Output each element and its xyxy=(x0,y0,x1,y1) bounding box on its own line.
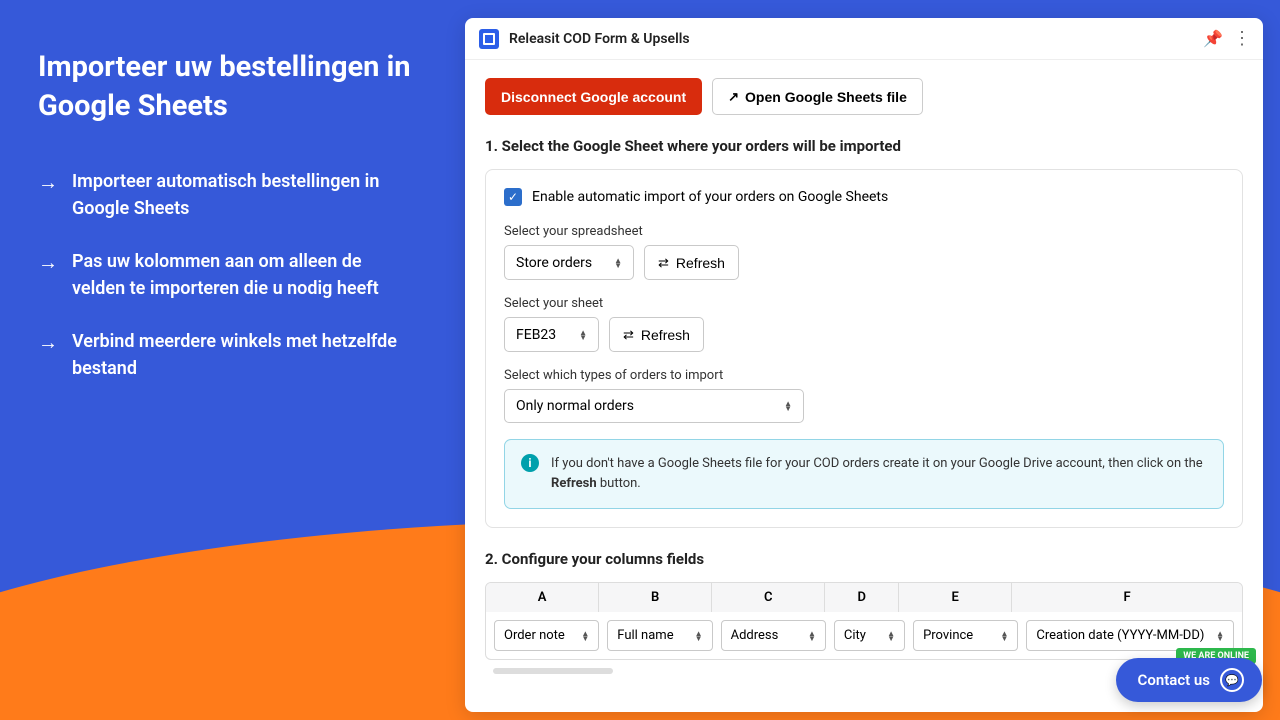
enable-checkbox[interactable]: ✓ xyxy=(504,188,522,206)
columns-table: A B C D E F Order note▲▼ Full name▲▼ Add… xyxy=(485,582,1243,660)
disconnect-button[interactable]: Disconnect Google account xyxy=(485,78,702,115)
feature-item: → Importeer automatisch bestellingen in … xyxy=(38,168,418,222)
refresh-label: Refresh xyxy=(641,327,690,343)
feature-text: Importeer automatisch bestellingen in Go… xyxy=(72,168,418,222)
arrow-icon: → xyxy=(38,330,58,382)
spreadsheet-value: Store orders xyxy=(516,255,592,271)
scrollbar[interactable] xyxy=(493,668,613,674)
sheet-value: FEB23 xyxy=(516,327,556,343)
col-letter: B xyxy=(599,583,712,612)
column-select[interactable]: Creation date (YYYY-MM-DD)▲▼ xyxy=(1026,620,1234,651)
app-logo-icon xyxy=(479,29,499,49)
info-callout: i If you don't have a Google Sheets file… xyxy=(504,439,1224,509)
chevron-updown-icon: ▲▼ xyxy=(1216,631,1224,641)
order-types-value: Only normal orders xyxy=(516,398,634,414)
arrow-icon: → xyxy=(38,250,58,302)
feature-text: Verbind meerdere winkels met hetzelfde b… xyxy=(72,328,418,382)
more-icon[interactable]: ⋮ xyxy=(1233,28,1249,49)
contact-us-button[interactable]: Contact us 💬 xyxy=(1116,658,1262,702)
chevron-updown-icon: ▲▼ xyxy=(808,631,816,641)
order-types-select[interactable]: Only normal orders ▲▼ xyxy=(504,389,804,423)
spreadsheet-label: Select your spreadsheet xyxy=(504,224,1224,239)
pin-icon[interactable]: 📌 xyxy=(1203,29,1223,48)
external-link-icon xyxy=(728,88,739,105)
info-text: If you don't have a Google Sheets file f… xyxy=(551,456,1203,471)
section-2-heading: 2. Configure your columns fields xyxy=(485,550,1243,568)
open-sheets-button[interactable]: Open Google Sheets file xyxy=(712,78,923,115)
chevron-updown-icon: ▲▼ xyxy=(784,401,792,411)
order-types-label: Select which types of orders to import xyxy=(504,368,1224,383)
refresh-icon xyxy=(623,326,634,343)
info-icon: i xyxy=(521,454,539,472)
chevron-updown-icon: ▲▼ xyxy=(887,631,895,641)
chevron-updown-icon: ▲▼ xyxy=(581,631,589,641)
sheet-select[interactable]: FEB23 ▲▼ xyxy=(504,317,599,352)
chevron-updown-icon: ▲▼ xyxy=(579,330,587,340)
column-select[interactable]: Order note▲▼ xyxy=(494,620,599,651)
column-select[interactable]: Province▲▼ xyxy=(913,620,1018,651)
feature-text: Pas uw kolommen aan om alleen de velden … xyxy=(72,248,418,302)
enable-label: Enable automatic import of your orders o… xyxy=(532,189,888,205)
panel-title: Releasit COD Form & Upsells xyxy=(509,31,1203,47)
col-letter: A xyxy=(486,583,599,612)
chevron-updown-icon: ▲▼ xyxy=(614,258,622,268)
refresh-label: Refresh xyxy=(676,255,725,271)
open-sheets-label: Open Google Sheets file xyxy=(745,89,907,105)
contact-label: Contact us xyxy=(1138,671,1210,689)
spreadsheet-select[interactable]: Store orders ▲▼ xyxy=(504,245,634,280)
chevron-updown-icon: ▲▼ xyxy=(1000,631,1008,641)
arrow-icon: → xyxy=(38,170,58,222)
refresh-spreadsheet-button[interactable]: Refresh xyxy=(644,245,739,280)
col-letter: C xyxy=(712,583,825,612)
settings-panel: Releasit COD Form & Upsells 📌 ⋮ Disconne… xyxy=(465,18,1263,712)
col-letter: D xyxy=(825,583,899,612)
info-bold: Refresh xyxy=(551,476,597,491)
sheet-label: Select your sheet xyxy=(504,296,1224,311)
column-select[interactable]: Full name▲▼ xyxy=(607,620,712,651)
col-letter: E xyxy=(899,583,1012,612)
chat-icon: 💬 xyxy=(1220,668,1244,692)
section-1-heading: 1. Select the Google Sheet where your or… xyxy=(485,137,1243,155)
refresh-sheet-button[interactable]: Refresh xyxy=(609,317,704,352)
feature-item: → Pas uw kolommen aan om alleen de velde… xyxy=(38,248,418,302)
feature-item: → Verbind meerdere winkels met hetzelfde… xyxy=(38,328,418,382)
refresh-icon xyxy=(658,254,669,271)
info-text-post: button. xyxy=(597,476,641,491)
sidebar-heading: Importeer uw bestellingen in Google Shee… xyxy=(38,48,418,126)
col-letter: F xyxy=(1012,583,1242,612)
column-select[interactable]: City▲▼ xyxy=(834,620,905,651)
column-select[interactable]: Address▲▼ xyxy=(721,620,826,651)
chevron-updown-icon: ▲▼ xyxy=(695,631,703,641)
